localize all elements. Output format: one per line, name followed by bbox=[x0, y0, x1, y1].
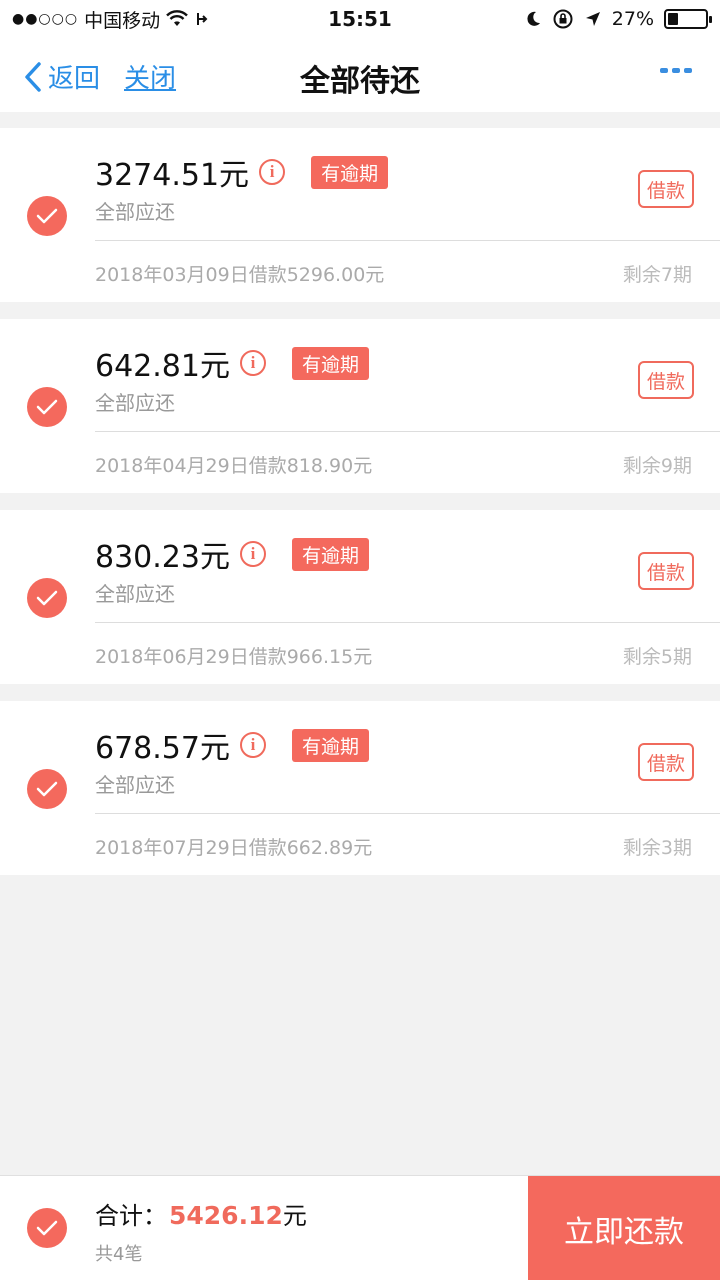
amount-row: 3274.51元 i 有逾期 bbox=[95, 150, 389, 194]
amount-sub-label: 全部应还 bbox=[95, 773, 175, 797]
sync-icon bbox=[197, 13, 208, 25]
amount-sub-label: 全部应还 bbox=[95, 200, 175, 224]
item-count: 共4笔 bbox=[95, 1244, 143, 1265]
close-button[interactable]: 关闭 bbox=[124, 58, 176, 95]
info-icon[interactable]: i bbox=[259, 159, 286, 185]
chevron-left-icon bbox=[25, 61, 41, 92]
page-title: 全部待还 bbox=[300, 64, 420, 99]
signal-icon: ●●○○○ bbox=[12, 11, 79, 27]
loan-card[interactable]: 678.57元 i 有逾期 全部应还 借款 2018年07月29日借款662.8… bbox=[0, 701, 720, 875]
remaining-periods: 剩余9期 bbox=[622, 455, 692, 477]
battery-percent: 27% bbox=[611, 8, 654, 30]
loan-type-button[interactable]: 借款 bbox=[638, 743, 694, 781]
battery-icon bbox=[664, 9, 712, 29]
moon-icon bbox=[527, 11, 540, 26]
status-bar: ●●○○○ 中国移动 15:51 27% bbox=[0, 0, 720, 38]
footer-bar: 合计： 5426.12 元 共4笔 立即还款 bbox=[0, 1175, 720, 1280]
loan-amount: 3274.51元 bbox=[95, 158, 250, 193]
battery-fill bbox=[668, 13, 678, 25]
loan-amount: 642.81元 bbox=[95, 349, 230, 384]
total-label: 合计： bbox=[95, 1202, 167, 1230]
wifi-icon bbox=[166, 10, 188, 26]
check-icon[interactable] bbox=[27, 578, 67, 618]
loan-list: 3274.51元 i 有逾期 全部应还 借款 2018年03月09日借款5296… bbox=[0, 128, 720, 892]
location-icon bbox=[585, 12, 600, 26]
loan-type-button[interactable]: 借款 bbox=[638, 552, 694, 590]
overdue-badge: 有逾期 bbox=[291, 346, 369, 380]
more-dot bbox=[672, 68, 680, 73]
remaining-periods: 剩余7期 bbox=[622, 264, 692, 286]
pay-now-button[interactable]: 立即还款 bbox=[528, 1176, 720, 1280]
check-icon[interactable] bbox=[27, 196, 67, 236]
more-icon[interactable] bbox=[660, 68, 692, 73]
rotation-lock-icon bbox=[553, 9, 573, 29]
loan-info: 2018年06月29日借款966.15元 bbox=[95, 646, 373, 668]
more-dot bbox=[660, 68, 668, 73]
overdue-badge: 有逾期 bbox=[291, 728, 369, 762]
info-icon[interactable]: i bbox=[239, 350, 266, 376]
amount-sub-label: 全部应还 bbox=[95, 582, 175, 606]
loan-type-button[interactable]: 借款 bbox=[638, 170, 694, 208]
check-icon[interactable] bbox=[27, 769, 67, 809]
remaining-periods: 剩余5期 bbox=[622, 646, 692, 668]
check-icon[interactable] bbox=[27, 387, 67, 427]
more-dot bbox=[684, 68, 692, 73]
loan-card[interactable]: 830.23元 i 有逾期 全部应还 借款 2018年06月29日借款966.1… bbox=[0, 510, 720, 684]
loan-card[interactable]: 3274.51元 i 有逾期 全部应还 借款 2018年03月09日借款5296… bbox=[0, 128, 720, 302]
total-row: 合计： 5426.12 元 bbox=[95, 1196, 307, 1231]
back-button[interactable]: 返回 bbox=[24, 58, 100, 95]
overdue-badge: 有逾期 bbox=[311, 155, 389, 189]
total-unit: 元 bbox=[282, 1202, 307, 1230]
loan-amount: 678.57元 bbox=[95, 731, 230, 766]
status-left: ●●○○○ 中国移动 bbox=[12, 6, 524, 33]
amount-row: 642.81元 i 有逾期 bbox=[95, 341, 369, 385]
select-all-check-icon[interactable] bbox=[27, 1208, 67, 1248]
loan-card[interactable]: 642.81元 i 有逾期 全部应还 借款 2018年04月29日借款818.9… bbox=[0, 319, 720, 493]
loan-info: 2018年03月09日借款5296.00元 bbox=[95, 264, 385, 286]
loan-info: 2018年07月29日借款662.89元 bbox=[95, 837, 373, 859]
amount-sub-label: 全部应还 bbox=[95, 391, 175, 415]
info-icon[interactable]: i bbox=[239, 732, 266, 758]
carrier-label: 中国移动 bbox=[84, 9, 161, 32]
amount-row: 678.57元 i 有逾期 bbox=[95, 723, 369, 767]
overdue-badge: 有逾期 bbox=[291, 537, 369, 571]
info-icon[interactable]: i bbox=[239, 541, 266, 567]
status-right: 27% bbox=[524, 8, 712, 30]
back-label: 返回 bbox=[48, 64, 101, 94]
amount-row: 830.23元 i 有逾期 bbox=[95, 532, 369, 576]
remaining-periods: 剩余3期 bbox=[622, 837, 692, 859]
loan-amount: 830.23元 bbox=[95, 540, 230, 575]
divider bbox=[95, 813, 720, 814]
divider bbox=[95, 431, 720, 432]
loan-type-button[interactable]: 借款 bbox=[638, 361, 694, 399]
nav-bar: 返回 关闭 全部待还 bbox=[0, 38, 720, 112]
divider bbox=[95, 622, 720, 623]
total-value: 5426.12 bbox=[169, 1201, 283, 1230]
divider bbox=[95, 240, 720, 241]
loan-info: 2018年04月29日借款818.90元 bbox=[95, 455, 373, 477]
